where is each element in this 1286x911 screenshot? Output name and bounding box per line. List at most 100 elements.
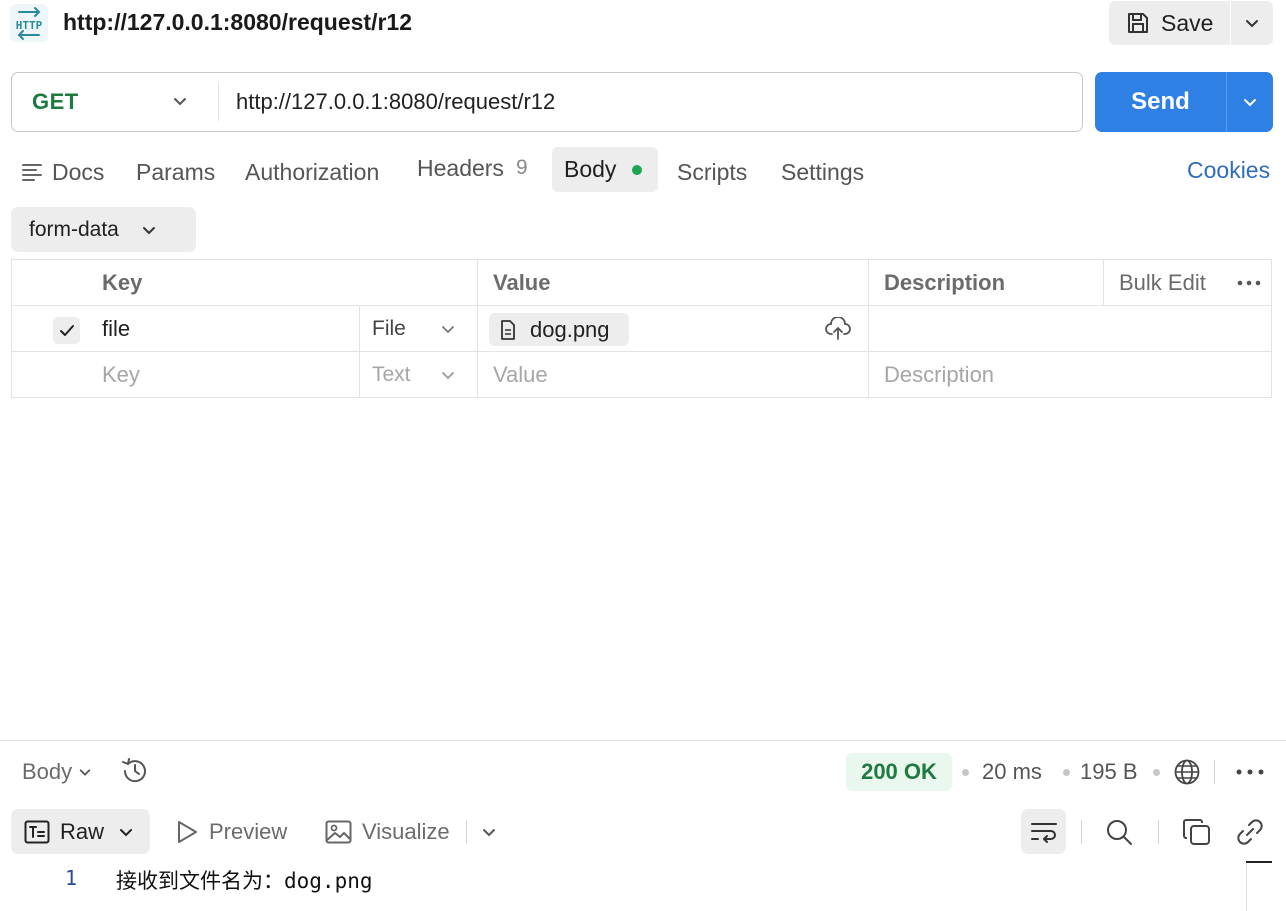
row-divider — [12, 305, 1271, 306]
url-bar: GET http://127.0.0.1:8080/request/r12 — [11, 72, 1083, 132]
new-value-input[interactable]: Value — [493, 352, 548, 397]
divider — [1158, 809, 1159, 854]
row-key-input[interactable]: file — [102, 306, 130, 351]
method-label: GET — [32, 89, 79, 114]
column-header-key: Key — [102, 269, 143, 295]
tab-settings[interactable]: Settings — [781, 152, 864, 192]
new-type-label: Text — [372, 362, 411, 386]
url-input[interactable]: http://127.0.0.1:8080/request/r12 — [236, 73, 555, 131]
http-logo-icon: HTTP — [10, 4, 48, 42]
more-options-button[interactable] — [1237, 260, 1261, 305]
copy-button[interactable] — [1182, 809, 1212, 854]
body-indicator-dot — [632, 164, 643, 175]
cookies-link[interactable]: Cookies — [1187, 152, 1270, 188]
separator-dot — [1153, 753, 1160, 791]
separator-dot — [962, 753, 969, 791]
request-title[interactable]: http://127.0.0.1:8080/request/r12 — [63, 9, 412, 36]
network-info-button[interactable] — [1173, 753, 1201, 791]
file-chip[interactable]: dog.png — [489, 313, 629, 346]
file-icon — [500, 319, 516, 340]
send-options-button[interactable] — [1227, 72, 1273, 132]
chevron-down-icon — [172, 93, 188, 109]
search-icon — [1105, 818, 1133, 846]
tab-body-label: Body — [564, 156, 617, 182]
search-button[interactable] — [1105, 809, 1133, 854]
scrollbar-marker — [1246, 861, 1272, 863]
history-icon — [119, 755, 151, 787]
response-view-label: Body — [22, 759, 73, 784]
chevron-down-icon — [118, 824, 134, 840]
format-visualize-button[interactable]: Visualize — [325, 809, 450, 854]
format-raw-button[interactable]: Raw — [11, 809, 150, 854]
new-key-input[interactable]: Key — [102, 352, 140, 397]
new-type-select[interactable]: Text — [372, 352, 468, 397]
row-enabled-checkbox[interactable] — [53, 317, 80, 344]
tab-authorization[interactable]: Authorization — [245, 152, 379, 192]
chevron-down-icon — [1244, 15, 1260, 31]
response-time[interactable]: 20 ms — [982, 753, 1042, 791]
chevron-down-icon — [1242, 94, 1258, 110]
link-icon — [1235, 817, 1265, 847]
save-button-group: Save — [1109, 1, 1273, 45]
column-divider — [868, 260, 869, 397]
format-visualize-label: Visualize — [362, 818, 450, 844]
globe-icon — [1173, 758, 1201, 786]
method-select[interactable]: GET — [12, 73, 218, 131]
headers-count-badge: 9 — [515, 156, 528, 179]
row-divider — [12, 351, 1271, 352]
raw-text-icon — [24, 820, 50, 844]
response-view-select[interactable]: Body — [22, 754, 92, 790]
tab-docs[interactable]: Docs — [22, 152, 104, 192]
body-mode-select[interactable]: form-data — [11, 207, 196, 252]
row-type-label: File — [372, 316, 406, 340]
history-button[interactable] — [119, 755, 151, 787]
response-size[interactable]: 195 B — [1080, 753, 1138, 791]
scrollbar-track[interactable] — [1246, 863, 1247, 911]
save-label: Save — [1161, 9, 1214, 36]
bulk-edit-button[interactable]: Bulk Edit — [1119, 260, 1206, 305]
chevron-down-icon — [440, 367, 456, 383]
save-button[interactable]: Save — [1109, 1, 1230, 45]
line-number: 1 — [65, 866, 78, 890]
divider — [1081, 809, 1082, 854]
copy-icon — [1182, 817, 1212, 847]
image-icon — [325, 820, 352, 844]
chevron-down-icon — [440, 321, 456, 337]
body-mode-label: form-data — [29, 217, 119, 241]
column-divider — [477, 260, 478, 397]
send-button-group: Send — [1095, 72, 1273, 132]
send-button[interactable]: Send — [1095, 72, 1226, 132]
format-raw-label: Raw — [60, 818, 105, 844]
response-more-button[interactable] — [1236, 753, 1264, 791]
svg-text:HTTP: HTTP — [16, 19, 43, 32]
save-options-button[interactable] — [1231, 1, 1273, 45]
tab-body[interactable]: Body — [552, 147, 658, 192]
tab-docs-label: Docs — [52, 158, 105, 185]
tab-scripts[interactable]: Scripts — [677, 152, 747, 192]
tab-headers[interactable]: Headers 9 — [417, 148, 528, 188]
status-badge[interactable]: 200 OK — [846, 753, 952, 791]
row-type-select[interactable]: File — [372, 306, 468, 351]
chevron-down-icon — [78, 765, 92, 779]
response-body-text[interactable]: 接收到文件名为：dog.png — [116, 865, 373, 895]
docs-icon — [22, 163, 42, 181]
format-preview-label: Preview — [209, 818, 288, 844]
separator-dot — [1063, 753, 1070, 791]
divider — [218, 83, 219, 121]
tab-headers-label: Headers — [417, 154, 504, 181]
more-horizontal-icon — [1237, 280, 1261, 286]
divider — [466, 809, 467, 854]
form-data-table: Key Value Description Bulk Edit file Fil… — [11, 259, 1272, 398]
column-header-value: Value — [493, 269, 551, 295]
format-preview-button[interactable]: Preview — [175, 809, 287, 854]
divider — [1214, 753, 1215, 791]
upload-file-button[interactable] — [825, 317, 851, 341]
wrap-lines-button[interactable] — [1021, 809, 1066, 854]
visualize-options-button[interactable] — [481, 809, 497, 854]
new-description-input[interactable]: Description — [884, 352, 994, 397]
column-divider — [1103, 260, 1104, 305]
tab-params[interactable]: Params — [136, 152, 215, 192]
copy-link-button[interactable] — [1235, 809, 1265, 854]
more-horizontal-icon — [1236, 769, 1264, 775]
response-divider[interactable] — [0, 740, 1286, 741]
